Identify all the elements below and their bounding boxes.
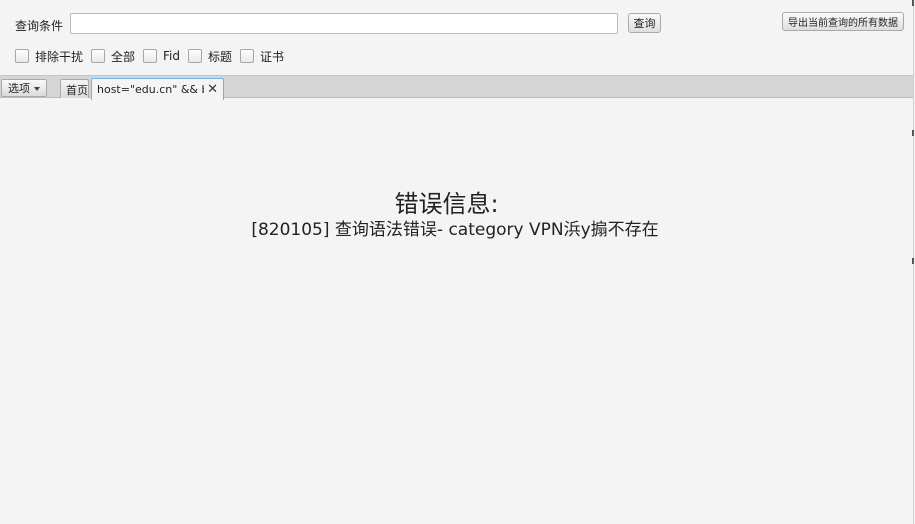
filter-certificate[interactable]: 证书 <box>240 48 284 65</box>
filter-fid[interactable]: Fid <box>143 49 180 63</box>
options-label: 选项 <box>8 82 30 95</box>
edge-mark <box>912 258 914 264</box>
checkbox[interactable] <box>188 49 203 63</box>
result-content: 错误信息: [820105] 查询语法错误- category VPN浜у搧不存… <box>0 98 913 524</box>
checkbox[interactable] <box>15 49 29 63</box>
filter-exclude-noise[interactable]: 排除干扰 <box>15 48 83 65</box>
filter-all[interactable]: 全部 <box>91 48 135 65</box>
tab-label: host="edu.cn" && b... <box>97 83 204 96</box>
query-input[interactable] <box>70 13 618 34</box>
filter-checkboxes: 排除干扰 全部 Fid 标题 证书 <box>15 48 292 64</box>
error-message: [820105] 查询语法错误- category VPN浜у搧不存在 <box>251 220 659 240</box>
error-title: 错误信息: <box>394 190 499 218</box>
filter-label: 排除干扰 <box>35 49 84 64</box>
close-icon[interactable]: ✕ <box>207 83 218 96</box>
query-label: 查询条件 <box>15 19 64 33</box>
tab-bar: 选项 首页 host="edu.cn" && b... ✕ <box>0 75 913 100</box>
tab-query-result[interactable]: host="edu.cn" && b... ✕ <box>91 78 224 100</box>
filter-label: 证书 <box>260 49 285 64</box>
checkbox[interactable] <box>143 49 158 63</box>
checkbox[interactable] <box>240 49 255 63</box>
tab-home[interactable]: 首页 <box>60 79 89 99</box>
search-panel: 查询条件 查询 导出当前查询的所有数据 排除干扰 全部 Fid 标题 证书 <box>0 0 913 74</box>
export-all-button[interactable]: 导出当前查询的所有数据 <box>782 12 904 31</box>
filter-title[interactable]: 标题 <box>188 48 232 65</box>
window-edge <box>912 0 914 524</box>
options-dropdown[interactable]: 选项 <box>1 79 47 97</box>
filter-label: 全部 <box>111 49 136 64</box>
edge-mark <box>912 0 914 6</box>
app-window: 查询条件 查询 导出当前查询的所有数据 排除干扰 全部 Fid 标题 证书 选项… <box>0 0 914 524</box>
tab-label: 首页 <box>66 83 88 97</box>
filter-label: 标题 <box>208 49 233 64</box>
filter-label: Fid <box>163 49 181 63</box>
caret-down-icon <box>34 87 40 91</box>
search-button[interactable]: 查询 <box>628 13 661 33</box>
edge-mark <box>912 130 914 136</box>
checkbox[interactable] <box>91 49 106 63</box>
